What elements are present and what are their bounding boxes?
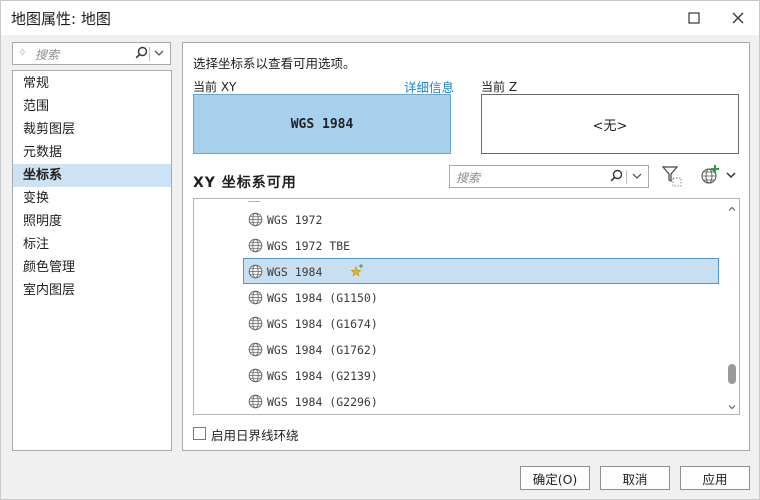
coordinate-system-panel: 选择坐标系以查看可用选项。 当前 XY 详细信息 当前 Z WGS 1984 <… bbox=[182, 42, 750, 451]
coordinate-search-placeholder: 搜索 bbox=[456, 171, 481, 185]
current-z-label: 当前 Z bbox=[481, 80, 518, 94]
globe-icon bbox=[248, 212, 263, 230]
list-item-label: WGS 1984 (G1674) bbox=[267, 317, 378, 331]
nav-item-labels[interactable]: 标注 bbox=[13, 233, 171, 256]
scroll-up-icon[interactable] bbox=[727, 202, 737, 217]
scroll-down-icon[interactable] bbox=[727, 400, 737, 414]
nav-item-metadata[interactable]: 元数据 bbox=[13, 141, 171, 164]
available-xy-heading: XY 坐标系可用 bbox=[193, 175, 297, 191]
list-item[interactable]: WGS 1984 (G1150) bbox=[244, 285, 720, 311]
list-item-label: WGS 1984 (G1762) bbox=[267, 343, 378, 357]
list-scrollbar[interactable] bbox=[725, 199, 739, 414]
divider bbox=[149, 47, 150, 61]
coordinate-search-input[interactable]: 搜索 bbox=[449, 165, 649, 188]
globe-icon bbox=[248, 264, 263, 282]
globe-icon bbox=[248, 342, 263, 360]
list-item[interactable]: WGS 1984 (G2139) bbox=[244, 363, 720, 389]
current-xy-label: 当前 XY bbox=[193, 80, 237, 94]
current-z-box[interactable]: <无> bbox=[481, 94, 739, 154]
list-item[interactable]: WGS 1984 (G1762) bbox=[244, 337, 720, 363]
nav-search-input[interactable]: ✧ 搜索 bbox=[12, 42, 171, 65]
globe-icon bbox=[248, 394, 263, 412]
list-item[interactable]: WGS 1984 (G1674) bbox=[244, 311, 720, 337]
nav-search-placeholder: 搜索 bbox=[35, 48, 60, 62]
list-item-label: WGS 1984 (G1150) bbox=[267, 291, 378, 305]
nav-item-general[interactable]: 常规 bbox=[13, 72, 171, 95]
ok-button[interactable]: 确定(O) bbox=[520, 466, 590, 490]
dateline-wrap-checkbox[interactable] bbox=[193, 427, 206, 440]
nav-item-clip-layers[interactable]: 裁剪图层 bbox=[13, 118, 171, 141]
chevron-down-icon[interactable] bbox=[153, 47, 165, 62]
list-item[interactable]: WGS 1972 bbox=[244, 207, 720, 233]
list-item-label: WGS 1984 (G2139) bbox=[267, 369, 378, 383]
apply-button[interactable]: 应用 bbox=[680, 466, 750, 490]
property-nav: 常规 范围 裁剪图层 元数据 坐标系 变换 照明度 标注 颜色管理 室内图层 bbox=[12, 70, 172, 451]
list-item-label: WGS 1984 (G2296) bbox=[267, 395, 378, 409]
list-item[interactable]: WGS 1984 (G2296) bbox=[244, 389, 720, 414]
sparkle-icon: ✧ bbox=[18, 46, 28, 59]
nav-item-transformation[interactable]: 变换 bbox=[13, 187, 171, 210]
nav-item-indoor-layers[interactable]: 室内图层 bbox=[13, 279, 171, 302]
globe-add-icon bbox=[701, 165, 719, 184]
globe-icon bbox=[248, 368, 263, 386]
list-item-label: WGS 1972 bbox=[267, 213, 323, 227]
nav-item-extent[interactable]: 范围 bbox=[13, 95, 171, 118]
maximize-icon bbox=[688, 12, 700, 24]
list-item[interactable]: WGS 1972 TBE bbox=[244, 233, 720, 259]
nav-item-coordinate-systems[interactable]: 坐标系 bbox=[13, 164, 171, 187]
instruction-text: 选择坐标系以查看可用选项。 bbox=[193, 56, 356, 71]
list-item-label: WGS 1984 bbox=[267, 265, 323, 279]
chevron-down-icon[interactable] bbox=[725, 169, 737, 184]
favorite-star-icon[interactable] bbox=[350, 263, 364, 280]
title-bar: 地图属性: 地图 bbox=[1, 1, 759, 35]
partial-row-marker bbox=[248, 199, 260, 202]
list-item-selected[interactable]: WGS 1984 bbox=[243, 258, 719, 284]
add-coordinate-system-button[interactable] bbox=[699, 164, 721, 186]
globe-icon bbox=[248, 290, 263, 308]
filter-button[interactable] bbox=[661, 164, 683, 188]
maximize-button[interactable] bbox=[681, 5, 707, 31]
filter-icon bbox=[661, 166, 682, 187]
chevron-down-icon[interactable] bbox=[631, 170, 643, 185]
close-icon bbox=[732, 12, 744, 24]
nav-item-illumination[interactable]: 照明度 bbox=[13, 210, 171, 233]
scrollbar-thumb[interactable] bbox=[728, 364, 736, 384]
nav-item-color-management[interactable]: 颜色管理 bbox=[13, 256, 171, 279]
map-properties-dialog: 地图属性: 地图 ✧ 搜索 常规 范围 裁剪图层 元数据 坐标系 变换 照明度 … bbox=[0, 0, 760, 500]
search-icon[interactable] bbox=[610, 169, 623, 185]
list-item-label: WGS 1972 TBE bbox=[267, 239, 351, 253]
search-icon[interactable] bbox=[135, 46, 148, 62]
globe-icon bbox=[248, 316, 263, 334]
globe-icon bbox=[248, 238, 263, 256]
coordinate-system-list[interactable]: WGS 1972 WGS 1972 TBE WGS 1984 WGS 1984 … bbox=[193, 198, 740, 415]
divider bbox=[626, 170, 627, 184]
cancel-button[interactable]: 取消 bbox=[600, 466, 670, 490]
close-button[interactable] bbox=[725, 5, 751, 31]
current-xy-box[interactable]: WGS 1984 bbox=[193, 94, 451, 154]
window-title: 地图属性: 地图 bbox=[11, 10, 111, 28]
dateline-wrap-label[interactable]: 启用日界线环绕 bbox=[211, 425, 299, 444]
